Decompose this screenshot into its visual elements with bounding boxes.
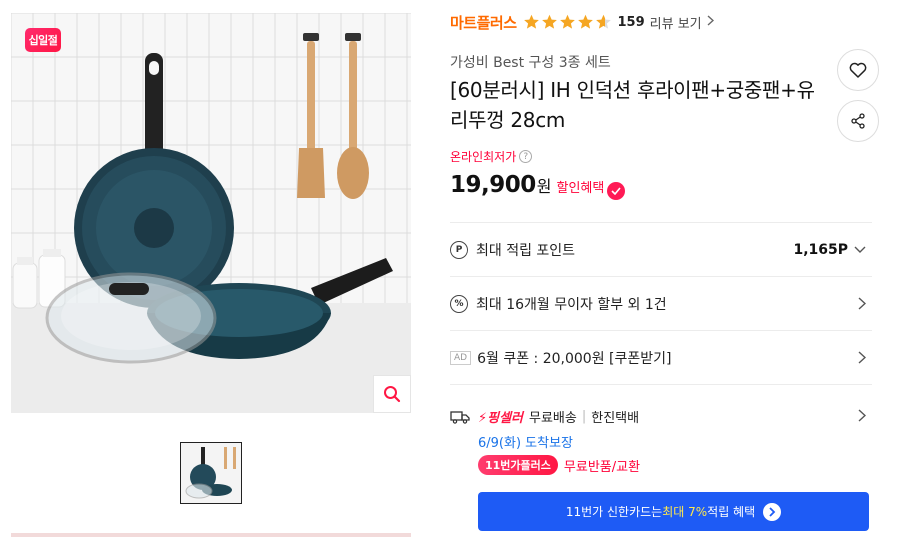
review-link[interactable]: 리뷰 보기 — [650, 13, 702, 32]
brand-review-row: 마트플러스 159 리뷰 보기 — [450, 10, 714, 34]
arrow-right-icon — [763, 502, 782, 521]
card-banner-highlight: 최대 7% — [662, 505, 708, 519]
share-button[interactable] — [837, 100, 879, 142]
coupon-row[interactable]: AD 6월 쿠폰 : 20,000원 [쿠폰받기] — [450, 330, 872, 384]
zoom-button[interactable] — [373, 375, 411, 413]
star-icon — [577, 14, 593, 29]
coupon-right — [858, 351, 866, 364]
star-icon — [559, 14, 575, 29]
price-amount: 19,900 — [450, 172, 536, 198]
truck-icon — [450, 410, 470, 424]
chevron-right-icon — [858, 407, 867, 426]
max-points-label: 최대 적립 포인트 — [476, 242, 576, 259]
percent-icon: % — [450, 294, 468, 313]
free-shipping-label: 무료배송 — [529, 411, 577, 426]
max-points-right: 1,165P — [793, 242, 866, 258]
product-subtitle: 가성비 Best 구성 3종 세트 — [450, 55, 611, 71]
price-row: 19,900 원 할인혜택 — [450, 172, 626, 200]
courier-label: 한진택배 — [591, 411, 640, 426]
wishlist-button[interactable] — [837, 49, 879, 91]
star-icon — [541, 14, 557, 29]
star-icon — [523, 14, 539, 29]
lowest-price-label: 온라인최저가 — [450, 150, 517, 164]
card-banner-prefix: 11번가 신한카드는 — [565, 505, 663, 519]
star-icon — [595, 14, 611, 29]
heart-icon — [849, 62, 867, 78]
product-info: 마트플러스 159 리뷰 보기 가성비 Best 구성 3종 세트 [60분러시… — [450, 0, 879, 537]
product-page: 십일절 마트플러스 159 리뷰 보기 가성비 Best 구성 3종 세트 [6… — [0, 0, 900, 537]
max-points-row[interactable]: P 최대 적립 포인트 1,165P — [450, 222, 872, 276]
ad-tag: AD — [450, 350, 472, 365]
chevron-right-icon — [858, 351, 866, 364]
lowest-price-label-row: 온라인최저가 ? — [450, 148, 533, 165]
plus-return-row: 11번가플러스 무료반품/교환 — [478, 455, 640, 475]
shipping-separator: | — [581, 409, 587, 424]
discount-benefit-link[interactable]: 할인혜택 — [557, 177, 605, 196]
main-product-image[interactable]: 십일절 — [11, 13, 411, 413]
shipping-row[interactable]: ⚡핑셀러 무료배송 | 한진택배 6/9(화) 도착보장 11번가플러스 무료반… — [450, 384, 872, 480]
brand-link[interactable]: 마트플러스 — [450, 12, 517, 33]
product-thumbnail[interactable] — [180, 442, 242, 504]
free-return-label: 무료반품/교환 — [563, 459, 641, 475]
chevron-down-icon — [854, 246, 866, 253]
max-points-value: 1,165P — [793, 241, 848, 258]
chevron-right-icon — [707, 15, 714, 29]
seller-logo: ⚡핑셀러 — [478, 411, 524, 426]
shinhan-card-banner[interactable]: 11번가 신한카드는 최대 7% 적립 혜택 — [478, 492, 869, 531]
share-icon — [851, 113, 865, 129]
card-banner-suffix: 적립 혜택 — [707, 505, 756, 519]
installment-row[interactable]: % 최대 16개월 무이자 할부 외 1건 — [450, 276, 872, 330]
coupon-label: 6월 쿠폰 : 20,000원 [쿠폰받기] — [477, 350, 672, 367]
shipping-top: ⚡핑셀러 무료배송 | 한진택배 — [450, 407, 639, 426]
installment-label: 최대 16개월 무이자 할부 외 1건 — [476, 296, 667, 313]
rating-stars — [523, 14, 613, 30]
search-icon — [384, 386, 401, 403]
point-icon: P — [450, 240, 468, 259]
product-photo — [11, 13, 411, 413]
gallery-divider — [11, 533, 411, 537]
arrival-guarantee: 6/9(화) 도착보장 — [478, 436, 573, 451]
help-icon[interactable]: ? — [519, 150, 533, 163]
11st-plus-badge: 11번가플러스 — [478, 455, 558, 475]
check-circle-icon[interactable] — [607, 182, 626, 200]
11-day-sale-badge: 십일절 — [25, 28, 61, 52]
price-unit: 원 — [536, 177, 552, 196]
thumbnail-image — [181, 443, 241, 503]
installment-right — [858, 297, 866, 310]
review-count: 159 — [617, 14, 645, 30]
chevron-right-icon — [858, 297, 866, 310]
product-title: [60분러시] IH 인덕션 후라이팬+궁중팬+유리뚜껑 28cm — [450, 78, 815, 132]
